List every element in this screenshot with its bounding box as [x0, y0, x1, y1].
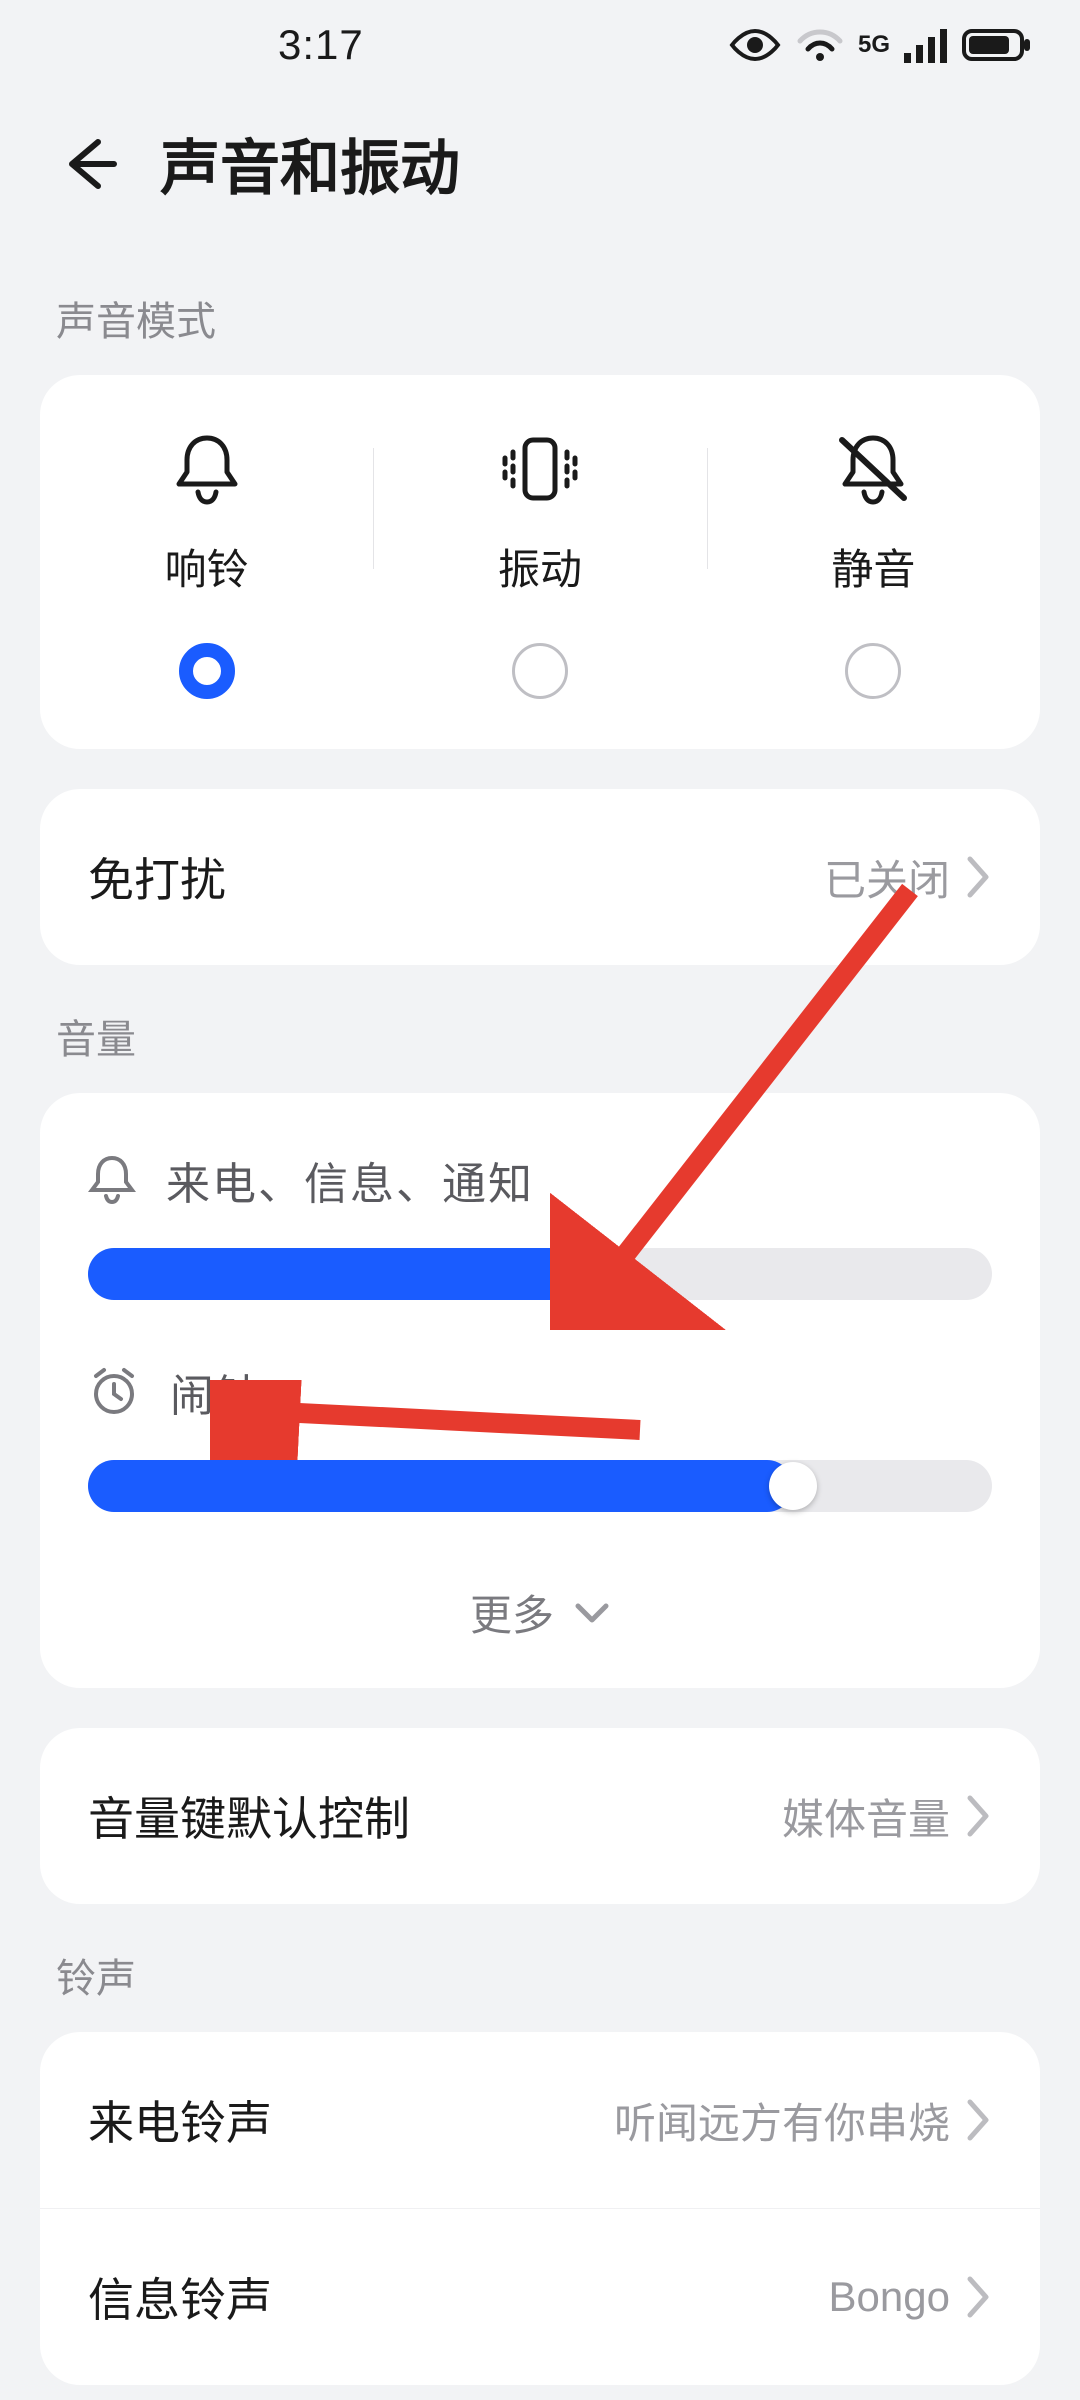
wifi-icon [796, 27, 844, 63]
volume-key-title: 音量键默认控制 [88, 1783, 410, 1849]
dnd-card: 免打扰 已关闭 [40, 789, 1040, 965]
chevron-right-icon [964, 2275, 992, 2319]
chevron-right-icon [964, 1794, 992, 1838]
bell-icon [88, 1154, 136, 1206]
section-label-ringtone: 铃声 [0, 1904, 1080, 2032]
volume-alarm-group: 闹钟 [88, 1360, 992, 1512]
volume-more[interactable]: 更多 [88, 1572, 992, 1643]
page-header: 声音和振动 [0, 90, 1080, 247]
bell-off-icon [834, 430, 912, 508]
volume-key-value: 媒体音量 [782, 1786, 950, 1847]
row-incoming-ringtone[interactable]: 来电铃声 听闻远方有你串烧 [40, 2032, 1040, 2208]
chevron-right-icon [964, 855, 992, 899]
divider [373, 448, 374, 569]
battery-icon [962, 27, 1032, 63]
message-ringtone-title: 信息铃声 [88, 2264, 272, 2330]
incoming-ringtone-value: 听闻远方有你串烧 [614, 2090, 950, 2151]
more-label: 更多 [470, 1582, 554, 1643]
chevron-right-icon [964, 2098, 992, 2142]
dnd-title: 免打扰 [88, 844, 226, 910]
mode-vibrate-label: 振动 [498, 536, 582, 597]
mode-silent-radio[interactable] [845, 643, 901, 699]
bell-icon [174, 430, 240, 508]
slider-thumb[interactable] [561, 1250, 609, 1298]
message-ringtone-value: Bongo [829, 2273, 950, 2321]
eye-icon [728, 27, 782, 63]
mode-vibrate-radio[interactable] [512, 643, 568, 699]
mode-ring[interactable]: 响铃 [40, 430, 373, 699]
vibrate-icon [495, 430, 585, 508]
volume-ringtone-group: 来电、信息、通知 [88, 1148, 992, 1300]
status-bar: 3:17 5G [0, 0, 1080, 90]
section-label-volume: 音量 [0, 965, 1080, 1093]
row-dnd[interactable]: 免打扰 已关闭 [40, 789, 1040, 965]
volume-key-card: 音量键默认控制 媒体音量 [40, 1728, 1040, 1904]
mode-vibrate[interactable]: 振动 [373, 430, 706, 699]
volume-alarm-label: 闹钟 [170, 1360, 262, 1424]
mode-silent[interactable]: 静音 [707, 430, 1040, 699]
network-5g-label: 5G [858, 31, 890, 59]
row-message-ringtone[interactable]: 信息铃声 Bongo [40, 2208, 1040, 2385]
volume-card: 来电、信息、通知 闹钟 更多 [40, 1093, 1040, 1688]
slider-thumb[interactable] [769, 1462, 817, 1510]
back-icon[interactable] [60, 134, 120, 194]
alarm-icon [88, 1366, 140, 1418]
signal-icon [904, 27, 948, 63]
row-volume-key[interactable]: 音量键默认控制 媒体音量 [40, 1728, 1040, 1904]
mode-silent-label: 静音 [831, 536, 915, 597]
chevron-down-icon [574, 1602, 610, 1624]
volume-alarm-slider[interactable] [88, 1460, 992, 1512]
sound-mode-card: 响铃 振动 静音 [40, 375, 1040, 749]
mode-ring-radio[interactable] [179, 643, 235, 699]
status-icons: 5G [728, 27, 1032, 63]
status-time: 3:17 [278, 21, 364, 69]
divider [707, 448, 708, 569]
mode-ring-label: 响铃 [165, 536, 249, 597]
ringtone-card: 来电铃声 听闻远方有你串烧 信息铃声 Bongo [40, 2032, 1040, 2385]
volume-ringtone-label: 来电、信息、通知 [166, 1148, 534, 1212]
dnd-value: 已关闭 [824, 847, 950, 908]
incoming-ringtone-title: 来电铃声 [88, 2087, 272, 2153]
volume-ringtone-slider[interactable] [88, 1248, 992, 1300]
section-label-sound-mode: 声音模式 [0, 247, 1080, 375]
page-title: 声音和振动 [160, 120, 460, 207]
